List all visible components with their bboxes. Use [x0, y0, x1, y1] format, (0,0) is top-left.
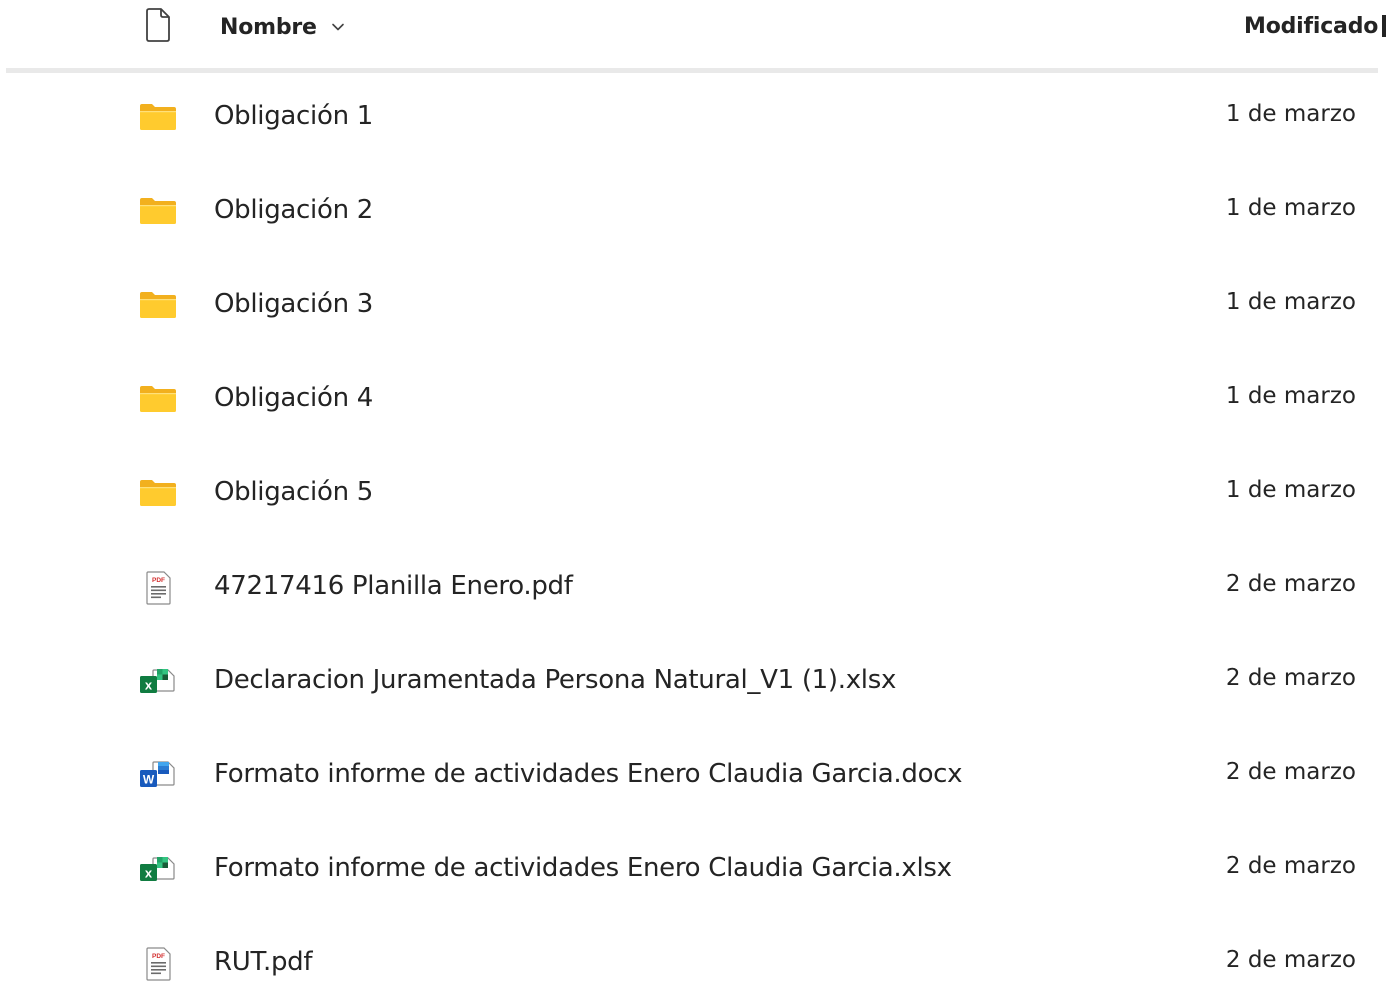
column-header: Nombre Modificado — [0, 0, 1392, 68]
svg-text:x: x — [145, 678, 153, 693]
item-modified-date: 1 de marzo — [1225, 383, 1356, 409]
svg-text:W: W — [143, 773, 155, 787]
folder-icon — [138, 100, 178, 136]
file-icon — [146, 8, 170, 42]
item-modified-date: 1 de marzo — [1225, 289, 1356, 315]
item-name[interactable]: Formato informe de actividades Enero Cla… — [214, 756, 963, 792]
pdf-file-icon: PDF — [138, 570, 178, 606]
chevron-down-icon[interactable] — [331, 20, 345, 34]
name-column-label: Nombre — [220, 14, 317, 40]
folder-row[interactable]: Obligación 3 1 de marzo — [0, 258, 1392, 352]
folder-row[interactable]: Obligación 4 1 de marzo — [0, 352, 1392, 446]
file-list-page: Nombre Modificado Obligación 1 1 de marzo… — [0, 0, 1392, 981]
modified-column-header[interactable]: Modificado — [1244, 10, 1386, 44]
folder-icon — [138, 288, 178, 324]
item-name[interactable]: Obligación 1 — [214, 98, 373, 134]
item-name[interactable]: 47217416 Planilla Enero.pdf — [214, 568, 573, 604]
svg-text:PDF: PDF — [152, 953, 165, 960]
svg-text:PDF: PDF — [152, 577, 165, 584]
item-name[interactable]: Formato informe de actividades Enero Cla… — [214, 850, 952, 886]
folder-row[interactable]: Obligación 5 1 de marzo — [0, 446, 1392, 540]
file-row[interactable]: PDF RUT.pdf 2 de marzo — [0, 916, 1392, 981]
file-row[interactable]: x Formato informe de actividades Enero C… — [0, 822, 1392, 916]
word-file-icon: W — [138, 758, 178, 794]
name-column-header[interactable]: Nombre — [220, 10, 345, 44]
folder-icon — [138, 382, 178, 418]
item-name[interactable]: Obligación 5 — [214, 474, 373, 510]
item-modified-date: 2 de marzo — [1225, 759, 1356, 785]
item-name[interactable]: Declaracion Juramentada Persona Natural_… — [214, 662, 896, 698]
item-modified-date: 2 de marzo — [1225, 947, 1356, 973]
item-modified-date: 2 de marzo — [1225, 853, 1356, 879]
svg-text:x: x — [145, 866, 153, 881]
file-list: Obligación 1 1 de marzo Obligación 2 1 de … — [0, 70, 1392, 981]
folder-icon — [138, 194, 178, 230]
folder-row[interactable]: Obligación 1 1 de marzo — [0, 70, 1392, 164]
item-modified-date: 1 de marzo — [1225, 477, 1356, 503]
item-modified-date: 2 de marzo — [1225, 571, 1356, 597]
item-modified-date: 2 de marzo — [1225, 665, 1356, 691]
excel-file-icon: x — [138, 852, 178, 888]
item-name[interactable]: RUT.pdf — [214, 944, 313, 980]
folder-icon — [138, 476, 178, 512]
item-modified-date: 1 de marzo — [1225, 195, 1356, 221]
folder-row[interactable]: Obligación 2 1 de marzo — [0, 164, 1392, 258]
excel-file-icon: x — [138, 664, 178, 700]
file-row[interactable]: x Declaracion Juramentada Persona Natura… — [0, 634, 1392, 728]
item-modified-date: 1 de marzo — [1225, 101, 1356, 127]
item-name[interactable]: Obligación 2 — [214, 192, 373, 228]
item-name[interactable]: Obligación 4 — [214, 380, 373, 416]
pdf-file-icon: PDF — [138, 946, 178, 981]
file-row[interactable]: W Formato informe de actividades Enero C… — [0, 728, 1392, 822]
item-name[interactable]: Obligación 3 — [214, 286, 373, 322]
file-row[interactable]: PDF 47217416 Planilla Enero.pdf 2 de marz… — [0, 540, 1392, 634]
